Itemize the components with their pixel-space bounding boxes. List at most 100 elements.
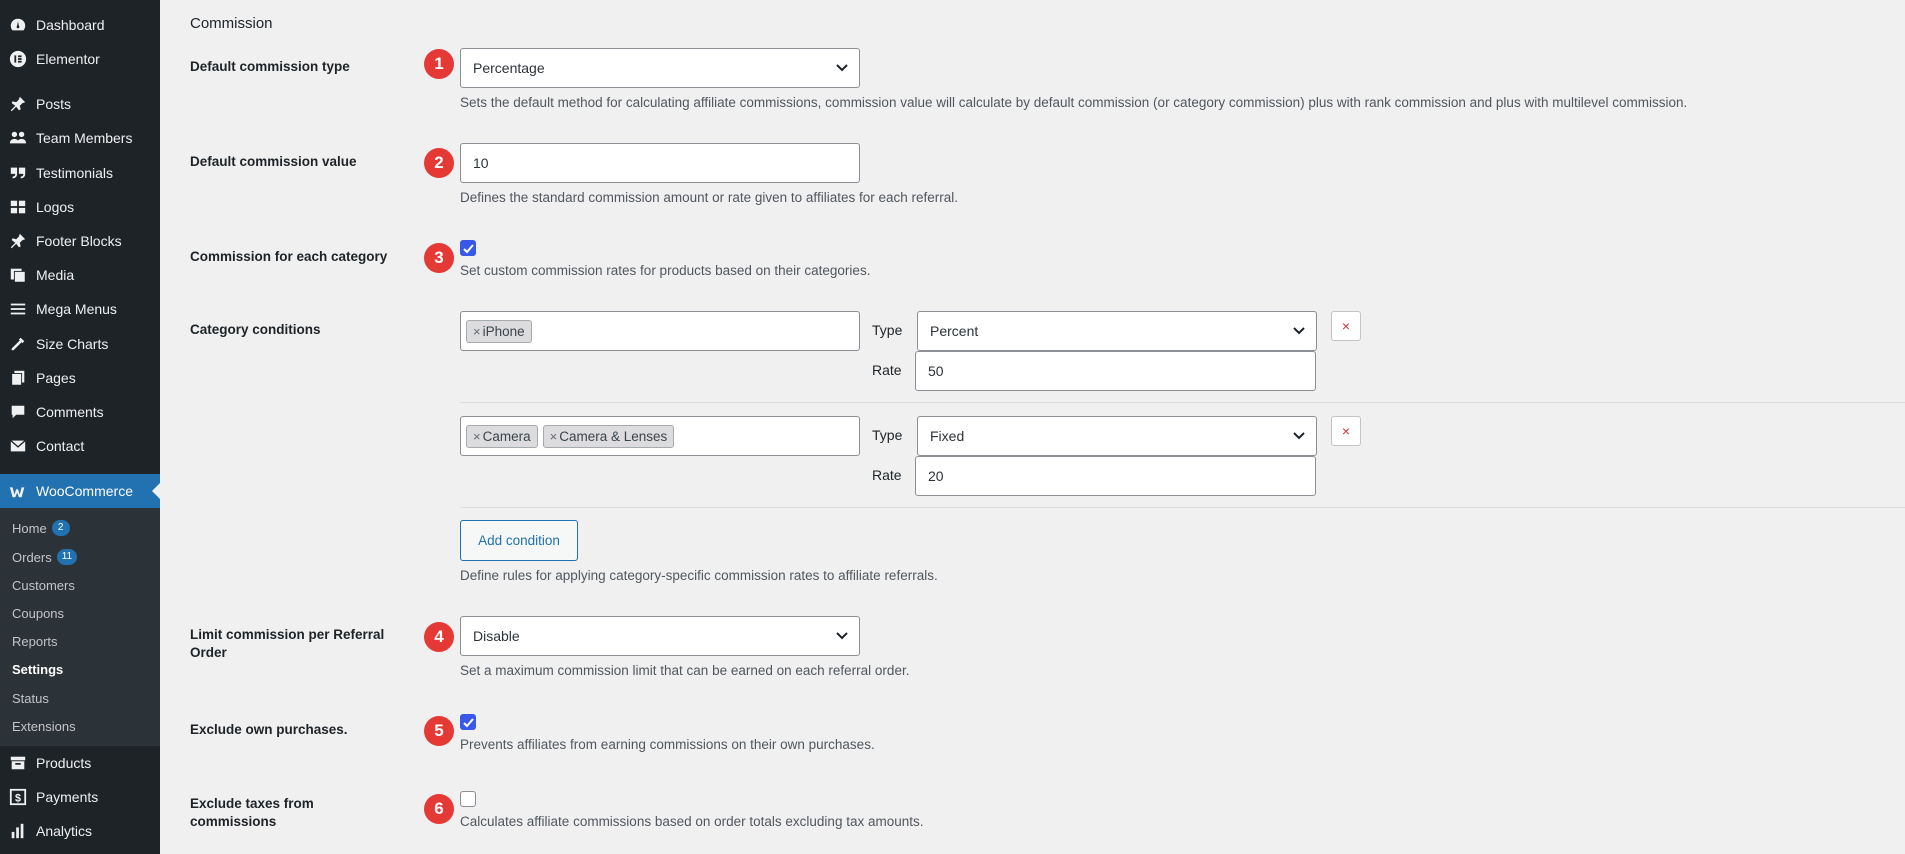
remove-condition-button[interactable]: ×	[1331, 416, 1361, 446]
exclude-taxes-checkbox[interactable]	[460, 791, 476, 807]
default-type-description: Sets the default method for calculating …	[460, 95, 1688, 110]
menu-item-dashboard[interactable]: Dashboard	[0, 8, 160, 42]
category-tags-input[interactable]: × Camera × Camera & Lenses	[460, 416, 860, 456]
archive-icon	[0, 754, 36, 772]
step-number-badge: 1	[424, 49, 454, 79]
section-title: Commission	[190, 15, 273, 32]
count-badge: 2	[51, 520, 70, 536]
submenu-item-home[interactable]: Home 2	[12, 518, 70, 538]
menu-item-label: Dashboard	[36, 17, 105, 33]
condition-divider	[460, 402, 1905, 403]
menu-item-pages[interactable]: Pages	[0, 361, 160, 395]
count-badge: 11	[56, 549, 78, 565]
menu-item-label: Logos	[36, 199, 75, 215]
svg-text:$: $	[15, 793, 21, 805]
mail-icon	[0, 437, 36, 455]
checkmark-icon	[463, 718, 474, 728]
category-tag[interactable]: × iPhone	[466, 319, 532, 343]
step-number-badge: 2	[424, 148, 454, 178]
chevron-down-icon	[836, 632, 848, 640]
limit-select[interactable]: Disable	[460, 616, 860, 656]
menu-item-comments[interactable]: Comments	[0, 395, 160, 429]
pin-icon	[0, 95, 36, 113]
menu-item-elementor[interactable]: Elementor	[0, 42, 160, 76]
per-category-checkbox[interactable]	[460, 240, 476, 256]
menu-item-products[interactable]: Products	[0, 746, 160, 780]
menu-item-posts[interactable]: Posts	[0, 87, 160, 121]
menu-icon	[0, 300, 36, 318]
default-value-input[interactable]: 10	[460, 143, 860, 183]
rate-label: Rate	[872, 362, 902, 378]
tag-remove-icon[interactable]: ×	[473, 429, 481, 444]
category-conditions-label: Category conditions	[190, 322, 321, 337]
exclude-taxes-description: Calculates affiliate commissions based o…	[460, 814, 924, 829]
per-category-label: Commission for each category	[190, 249, 388, 264]
menu-item-media[interactable]: Media	[0, 258, 160, 292]
category-tags-input[interactable]: × iPhone	[460, 311, 860, 351]
category-tag[interactable]: × Camera & Lenses	[542, 424, 675, 448]
media-icon	[0, 266, 36, 284]
dashboard-icon	[0, 16, 36, 34]
menu-item-label: Footer Blocks	[36, 233, 122, 249]
type-label: Type	[872, 427, 903, 443]
step-number-badge: 6	[424, 794, 454, 824]
add-condition-button[interactable]: Add condition	[460, 520, 578, 561]
menu-item-label: Team Members	[36, 130, 133, 146]
dollar-icon: $	[0, 788, 36, 806]
category-tag[interactable]: × Camera	[466, 424, 538, 448]
chevron-down-icon	[836, 64, 848, 72]
exclude-taxes-label: Exclude taxes from commissions	[190, 796, 314, 829]
condition-divider	[460, 507, 1905, 508]
condition-type-select[interactable]: Percent	[917, 311, 1317, 351]
admin-sidebar: Dashboard Elementor Posts Team Members T…	[0, 0, 160, 854]
condition-type-select[interactable]: Fixed	[917, 416, 1317, 456]
menu-item-contact[interactable]: Contact	[0, 429, 160, 463]
menu-item-payments[interactable]: $ Payments	[0, 780, 160, 814]
submenu-item-settings[interactable]: Settings	[12, 659, 63, 679]
type-label: Type	[872, 322, 903, 338]
menu-item-mega-menus[interactable]: Mega Menus	[0, 292, 160, 326]
condition-rate-input[interactable]: 20	[915, 456, 1316, 496]
menu-item-label: Comments	[36, 404, 104, 420]
submenu-item-coupons[interactable]: Coupons	[12, 603, 64, 623]
menu-item-footer-blocks[interactable]: Footer Blocks	[0, 224, 160, 258]
menu-item-label: Products	[36, 755, 92, 771]
woocommerce-submenu: Home 2 Orders 11 Customers Coupons Repor…	[0, 508, 160, 746]
menu-item-label: Payments	[36, 789, 99, 805]
submenu-item-status[interactable]: Status	[12, 688, 49, 708]
woo-icon	[0, 482, 36, 500]
menu-item-testimonials[interactable]: Testimonials	[0, 156, 160, 190]
menu-item-size-charts[interactable]: Size Charts	[0, 327, 160, 361]
comment-icon	[0, 403, 36, 421]
menu-item-label: Testimonials	[36, 165, 114, 181]
grid-icon	[0, 198, 36, 216]
checkmark-icon	[463, 244, 474, 254]
step-number-badge: 4	[424, 622, 454, 652]
rate-label: Rate	[872, 467, 902, 483]
people-icon	[0, 129, 36, 147]
exclude-own-checkbox[interactable]	[460, 714, 476, 730]
menu-item-logos[interactable]: Logos	[0, 190, 160, 224]
default-type-select[interactable]: Percentage	[460, 48, 860, 88]
menu-item-label: Posts	[36, 96, 72, 112]
submenu-item-customers[interactable]: Customers	[12, 575, 75, 595]
tools-icon	[0, 335, 36, 353]
menu-item-analytics[interactable]: Analytics	[0, 814, 160, 848]
submenu-item-reports[interactable]: Reports	[12, 631, 58, 651]
chart-icon	[0, 822, 36, 840]
menu-item-label: Size Charts	[36, 336, 109, 352]
submenu-item-extensions[interactable]: Extensions	[12, 716, 76, 736]
condition-rate-input[interactable]: 50	[915, 351, 1316, 391]
menu-item-woocommerce[interactable]: WooCommerce	[0, 474, 160, 508]
remove-condition-button[interactable]: ×	[1331, 311, 1361, 341]
tag-remove-icon[interactable]: ×	[550, 429, 558, 444]
menu-item-label: Media	[36, 267, 75, 283]
menu-item-label: Mega Menus	[36, 301, 117, 317]
exclude-own-description: Prevents affiliates from earning commiss…	[460, 737, 875, 752]
menu-item-label: Pages	[36, 370, 76, 386]
step-number-badge: 5	[424, 716, 454, 746]
submenu-item-orders[interactable]: Orders 11	[12, 547, 78, 567]
menu-item-team-members[interactable]: Team Members	[0, 121, 160, 155]
tag-remove-icon[interactable]: ×	[473, 324, 481, 339]
limit-description: Set a maximum commission limit that can …	[460, 663, 910, 678]
